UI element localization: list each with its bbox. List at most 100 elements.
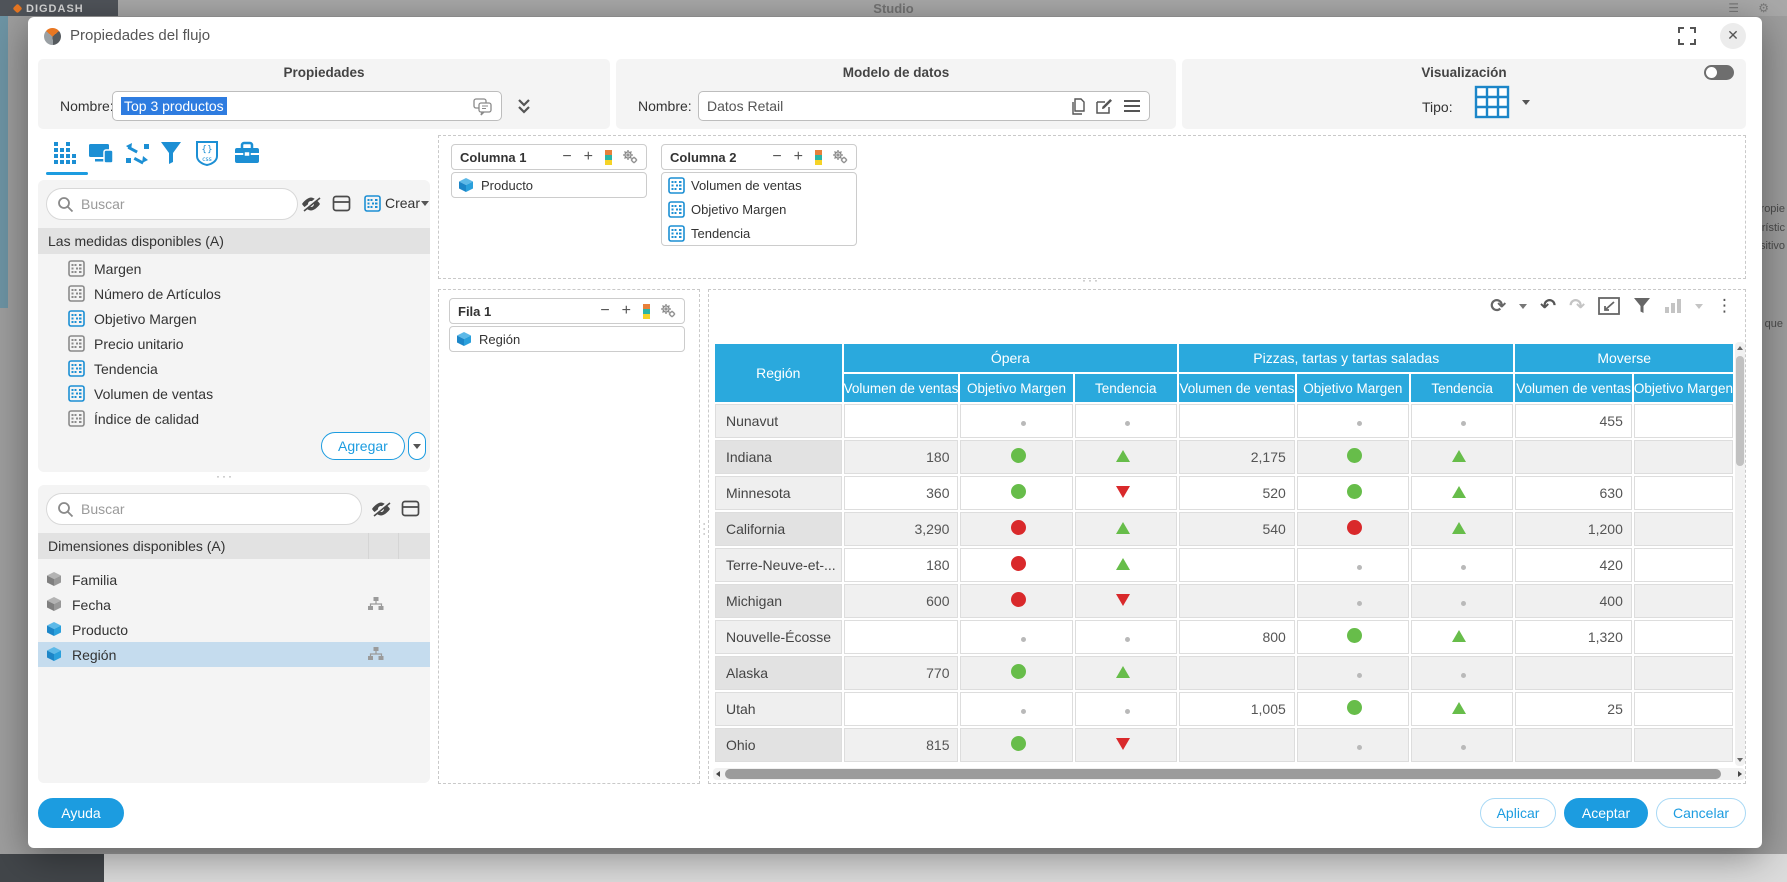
value-cell[interactable]: [960, 476, 1072, 510]
table-type-icon[interactable]: [1474, 85, 1510, 119]
value-cell[interactable]: [1634, 476, 1733, 510]
value-cell[interactable]: [1411, 548, 1514, 582]
dimensions-search-input[interactable]: [81, 495, 301, 523]
comment-icon[interactable]: [473, 98, 493, 116]
value-cell[interactable]: [1179, 404, 1295, 438]
visualization-toggle[interactable]: [1704, 65, 1734, 80]
value-cell[interactable]: 420: [1515, 548, 1631, 582]
axis-item[interactable]: Producto: [452, 173, 646, 197]
tab-css[interactable]: {}css: [195, 140, 223, 168]
measure-column-header[interactable]: Volumen de ventas: [844, 374, 959, 402]
measure-column-header[interactable]: Volumen de ventas: [1179, 374, 1295, 402]
value-cell[interactable]: [1634, 728, 1733, 762]
measures-search-input[interactable]: [81, 190, 256, 218]
value-cell[interactable]: [1411, 620, 1514, 654]
value-cell[interactable]: [960, 440, 1072, 474]
value-cell[interactable]: [1297, 512, 1409, 546]
value-cell[interactable]: [1297, 476, 1409, 510]
scroll-up-arrow[interactable]: [1737, 346, 1743, 350]
value-cell[interactable]: [960, 728, 1072, 762]
value-cell[interactable]: 800: [1179, 620, 1295, 654]
rows-drop-area[interactable]: Fila 1 − + Región: [438, 289, 700, 784]
axis-item[interactable]: Tendencia: [662, 221, 856, 245]
panel-splitter-handle[interactable]: ···: [216, 469, 234, 483]
accept-button[interactable]: Aceptar: [1564, 798, 1648, 828]
palette-icon[interactable]: [643, 304, 650, 319]
value-cell[interactable]: [1634, 692, 1733, 726]
value-cell[interactable]: [1411, 656, 1514, 690]
group-header[interactable]: Pizzas, tartas y tartas saladas: [1179, 344, 1513, 372]
value-cell[interactable]: [1075, 584, 1178, 618]
value-cell[interactable]: [1075, 476, 1178, 510]
scroll-down-arrow[interactable]: [1737, 758, 1743, 762]
value-cell[interactable]: [1297, 404, 1409, 438]
redo-icon[interactable]: ↷: [1569, 296, 1585, 316]
value-cell[interactable]: [1075, 440, 1178, 474]
value-cell[interactable]: [1634, 548, 1733, 582]
value-cell[interactable]: [1297, 620, 1409, 654]
value-cell[interactable]: [1075, 692, 1178, 726]
filter-icon[interactable]: [1633, 297, 1651, 315]
fit-view-icon[interactable]: [1598, 297, 1620, 315]
more-options-icon[interactable]: ⋮: [1716, 296, 1733, 316]
value-cell[interactable]: [1411, 404, 1514, 438]
tab-devices[interactable]: [88, 140, 116, 168]
dimension-item[interactable]: Región: [38, 642, 430, 667]
measure-column-header[interactable]: Volumen de ventas: [1515, 374, 1631, 402]
collapse-all-icon[interactable]: [332, 195, 351, 212]
copy-document-icon[interactable]: [1071, 98, 1087, 116]
add-measure-button[interactable]: Agregar: [321, 432, 426, 460]
value-cell[interactable]: [1179, 584, 1295, 618]
region-cell[interactable]: Terre-Neuve-et-...: [715, 548, 842, 582]
undo-icon[interactable]: ↶: [1540, 296, 1556, 316]
value-cell[interactable]: [1411, 512, 1514, 546]
value-cell[interactable]: [1634, 656, 1733, 690]
hamburger-menu-icon[interactable]: [1123, 99, 1141, 113]
value-cell[interactable]: [1297, 692, 1409, 726]
value-cell[interactable]: 815: [844, 728, 959, 762]
palette-icon[interactable]: [815, 150, 822, 165]
value-cell[interactable]: 180: [844, 548, 959, 582]
add-level-icon[interactable]: +: [584, 149, 593, 165]
value-cell[interactable]: [1515, 728, 1631, 762]
measure-column-header[interactable]: Objetivo Margen: [1297, 374, 1409, 402]
add-measure-caret[interactable]: [408, 432, 426, 460]
region-cell[interactable]: Ohio: [715, 728, 842, 762]
value-cell[interactable]: [1634, 404, 1733, 438]
value-cell[interactable]: [1075, 620, 1178, 654]
axis-settings-icon[interactable]: [660, 303, 676, 319]
apply-button[interactable]: Aplicar: [1480, 798, 1556, 828]
value-cell[interactable]: 1,200: [1515, 512, 1631, 546]
value-cell[interactable]: 455: [1515, 404, 1631, 438]
refresh-dropdown-caret[interactable]: [1519, 304, 1527, 309]
measure-item[interactable]: Objetivo Margen: [38, 306, 430, 331]
edit-icon[interactable]: [1096, 98, 1113, 115]
add-measure-label[interactable]: Agregar: [321, 432, 405, 460]
region-cell[interactable]: Nunavut: [715, 404, 842, 438]
region-cell[interactable]: California: [715, 512, 842, 546]
value-cell[interactable]: [844, 692, 959, 726]
group-header[interactable]: Moverse: [1515, 344, 1733, 372]
refresh-icon[interactable]: ⟳: [1490, 296, 1506, 316]
measure-item[interactable]: Índice de calidad: [38, 406, 430, 431]
value-cell[interactable]: [960, 548, 1072, 582]
horizontal-scrollbar[interactable]: [713, 768, 1745, 780]
chart-icon[interactable]: [1664, 298, 1682, 314]
value-cell[interactable]: [960, 620, 1072, 654]
value-cell[interactable]: [1297, 548, 1409, 582]
data-model-name-input[interactable]: Datos Retail: [698, 91, 1150, 121]
value-cell[interactable]: 600: [844, 584, 959, 618]
value-cell[interactable]: [1411, 692, 1514, 726]
value-cell[interactable]: [1634, 584, 1733, 618]
type-dropdown-caret[interactable]: [1522, 100, 1530, 105]
value-cell[interactable]: [1075, 656, 1178, 690]
tab-data[interactable]: [52, 140, 80, 168]
value-cell[interactable]: [844, 404, 959, 438]
measure-column-header[interactable]: Tendencia: [1411, 374, 1514, 402]
create-button[interactable]: Crear: [385, 195, 420, 211]
region-cell[interactable]: Alaska: [715, 656, 842, 690]
value-cell[interactable]: 25: [1515, 692, 1631, 726]
value-cell[interactable]: 540: [1179, 512, 1295, 546]
value-cell[interactable]: 1,005: [1179, 692, 1295, 726]
remove-level-icon[interactable]: −: [562, 149, 571, 165]
